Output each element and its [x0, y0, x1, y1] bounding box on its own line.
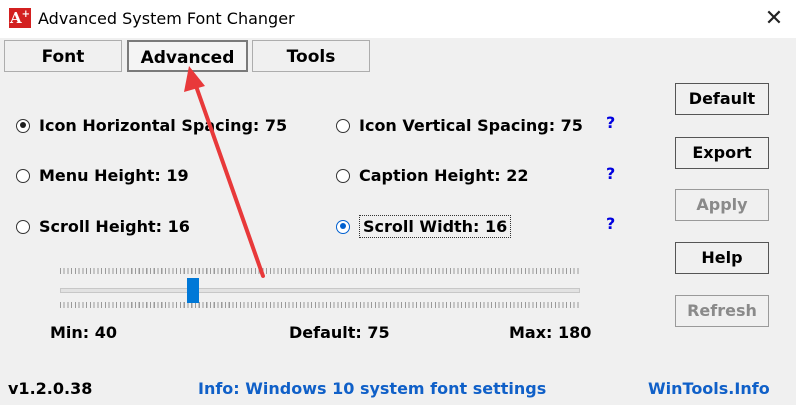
annotation-arrow-icon: [184, 66, 265, 278]
app-window: A+ Advanced System Font Changer ✕ Font A…: [0, 0, 796, 405]
